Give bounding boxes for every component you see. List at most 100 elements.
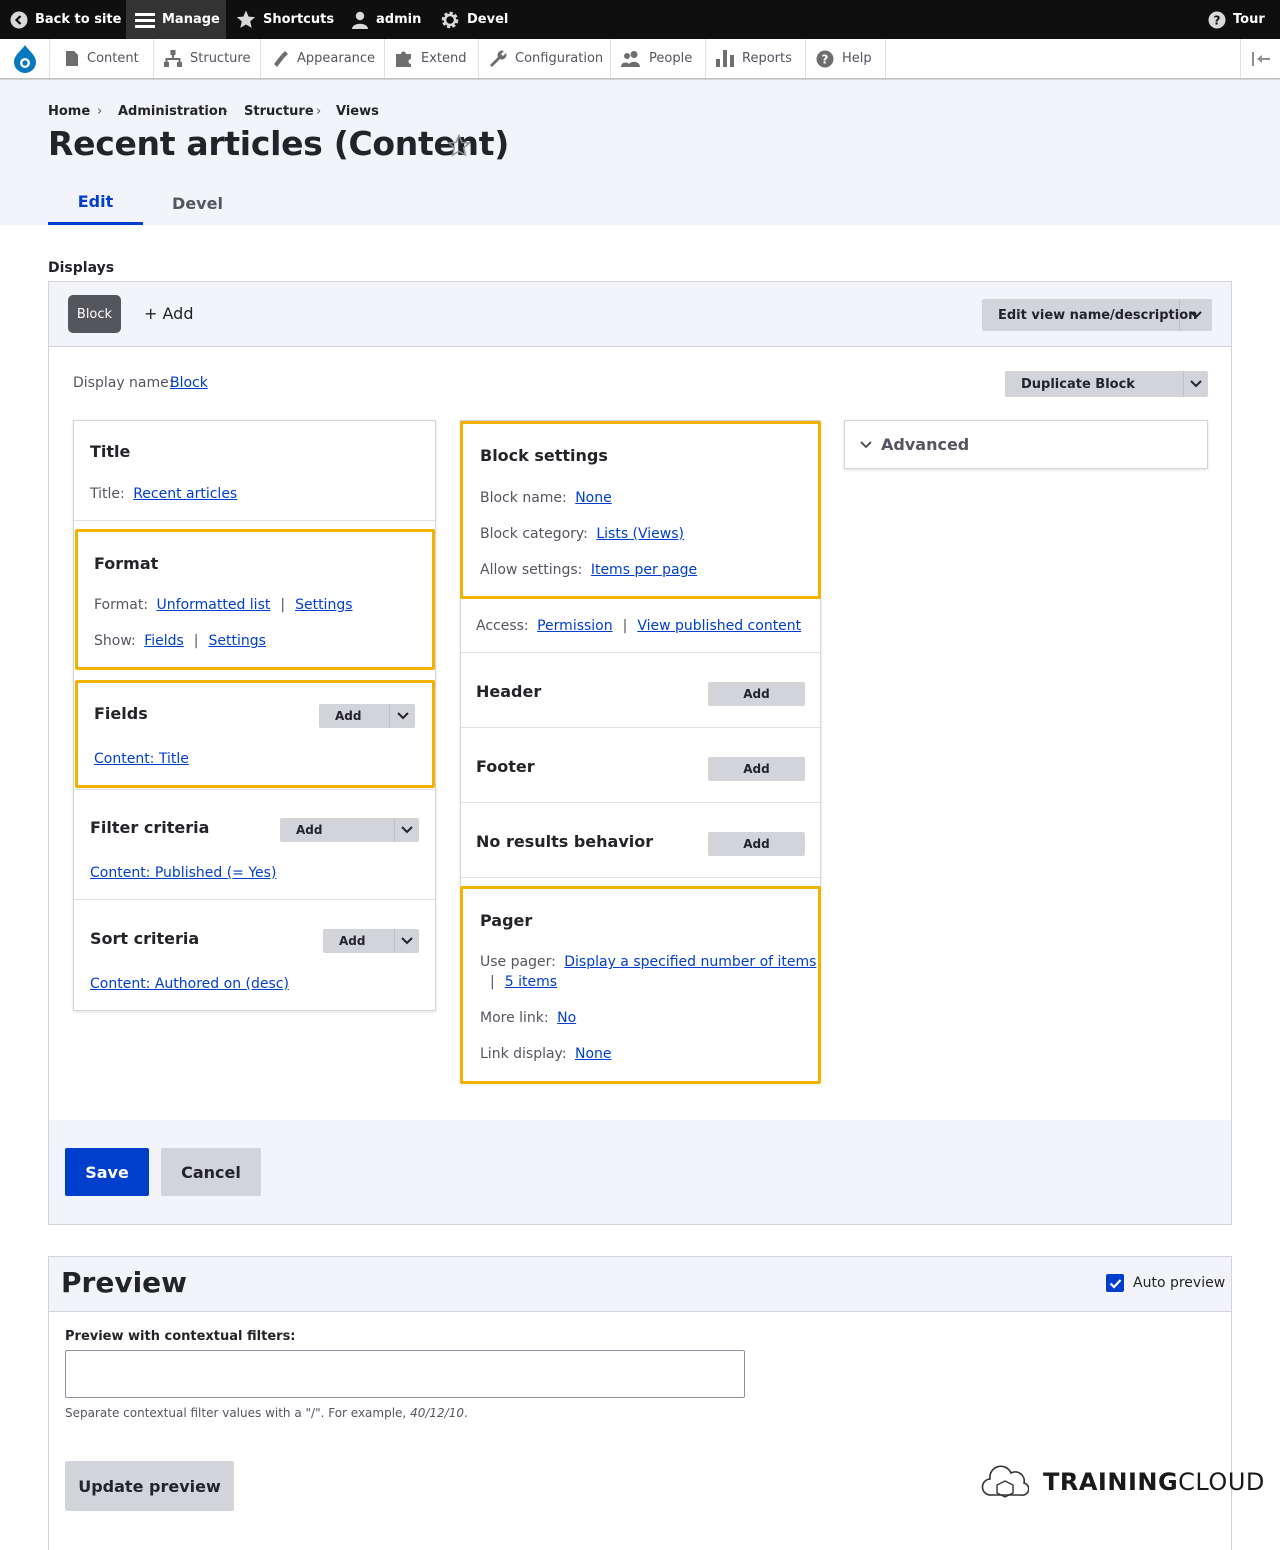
link-display-label: Link display: xyxy=(480,1046,567,1062)
block-name-link[interactable]: None xyxy=(575,490,612,506)
back-to-site-label: Back to site xyxy=(35,12,122,27)
help-example: 40/12/10 xyxy=(410,1406,464,1420)
advanced-label: Advanced xyxy=(881,435,970,454)
no-results-add-button[interactable]: Add xyxy=(708,832,805,856)
access-permission-link[interactable]: Permission xyxy=(537,618,613,634)
collapse-tray-button[interactable] xyxy=(1240,39,1280,78)
tray-item-structure[interactable]: Structure xyxy=(154,39,261,78)
field-content-title-link[interactable]: Content: Title xyxy=(94,751,189,767)
access-view-published-link[interactable]: View published content xyxy=(637,618,801,634)
manage-tab[interactable]: Manage xyxy=(126,0,226,39)
chevron-down-icon[interactable] xyxy=(1189,378,1203,390)
breadcrumb-administration[interactable]: Administration xyxy=(118,104,227,119)
watermark-bold: TRAINING xyxy=(1043,1468,1179,1496)
filter-add-button[interactable]: Add xyxy=(296,823,322,837)
shortcuts-label: Shortcuts xyxy=(263,12,335,27)
update-preview-button[interactable]: Update preview xyxy=(65,1461,234,1511)
chevron-down-icon[interactable] xyxy=(1189,309,1203,321)
svg-text:?: ? xyxy=(822,52,829,66)
show-settings-link[interactable]: Settings xyxy=(209,633,266,649)
add-display-button[interactable]: + Add xyxy=(144,304,193,323)
allow-settings-link[interactable]: Items per page xyxy=(591,562,697,578)
divider xyxy=(74,899,435,900)
favorite-star-icon[interactable] xyxy=(447,134,471,157)
separator: | xyxy=(622,618,628,634)
user-tab[interactable]: admin xyxy=(351,0,421,39)
preview-header: Preview Auto preview xyxy=(49,1257,1231,1312)
footer-add-button[interactable]: Add xyxy=(708,757,805,781)
tour-button[interactable]: ? Tour xyxy=(1208,0,1265,39)
chevron-down-icon[interactable] xyxy=(396,710,410,722)
separator: | xyxy=(490,974,495,990)
sort-add-button[interactable]: Add xyxy=(339,934,365,948)
link-display-row: Link display: None xyxy=(480,1046,612,1062)
auto-preview-checkbox[interactable] xyxy=(1106,1274,1124,1292)
sort-authored-link[interactable]: Content: Authored on (desc) xyxy=(90,976,289,992)
fields-add-button[interactable]: Add xyxy=(335,709,361,723)
block-name-row: Block name: None xyxy=(480,490,612,506)
format-value-link[interactable]: Unformatted list xyxy=(157,597,271,613)
tray-item-people[interactable]: People xyxy=(611,39,706,78)
link-display-value[interactable]: None xyxy=(575,1046,612,1062)
title-heading: Title xyxy=(90,442,131,461)
checkmark-icon xyxy=(1109,1278,1121,1289)
tab-devel[interactable]: Devel xyxy=(150,181,245,225)
title-value-link[interactable]: Recent articles xyxy=(133,486,237,502)
breadcrumb-views[interactable]: Views xyxy=(336,104,379,119)
fields-add-dropbutton: Add xyxy=(319,704,415,728)
items-count-link[interactable]: 5 items xyxy=(505,974,557,990)
format-heading: Format xyxy=(94,554,159,573)
edit-view-name-button[interactable]: Edit view name/description xyxy=(998,308,1197,323)
display-name-link[interactable]: Block xyxy=(170,375,208,391)
chevron-down-icon[interactable] xyxy=(400,935,414,947)
save-button[interactable]: Save xyxy=(65,1148,149,1196)
tab-edit[interactable]: Edit xyxy=(48,181,143,225)
tray-item-content[interactable]: Content xyxy=(55,39,154,78)
dropbutton-divider xyxy=(389,704,390,728)
puzzle-icon xyxy=(396,51,411,67)
tray-item-reports[interactable]: Reports xyxy=(706,39,806,78)
back-to-site-link[interactable]: Back to site xyxy=(10,0,121,39)
show-value-link[interactable]: Fields xyxy=(144,633,184,649)
svg-text:?: ? xyxy=(1214,13,1221,27)
cancel-button[interactable]: Cancel xyxy=(161,1148,261,1196)
column-first: Title Title: Recent articles Format Form… xyxy=(73,420,436,1011)
separator: | xyxy=(280,597,286,613)
breadcrumb-separator: › xyxy=(316,104,322,119)
format-settings-link[interactable]: Settings xyxy=(295,597,352,613)
tray-item-label: Appearance xyxy=(297,51,376,66)
tray-item-help[interactable]: ? Help xyxy=(806,39,886,78)
breadcrumb-home[interactable]: Home xyxy=(48,104,90,119)
use-pager-link[interactable]: Display a specified number of items xyxy=(564,954,816,970)
advanced-details[interactable]: Advanced xyxy=(844,420,1208,469)
more-link-value[interactable]: No xyxy=(557,1010,576,1026)
devel-tab[interactable]: Devel xyxy=(440,0,508,39)
dropbutton-divider xyxy=(394,818,395,842)
show-label: Show: xyxy=(94,633,136,649)
back-arrow-icon xyxy=(10,11,28,28)
tray-item-configuration[interactable]: Configuration xyxy=(479,39,611,78)
tray-item-extend[interactable]: Extend xyxy=(385,39,479,78)
divider xyxy=(461,802,820,803)
allow-settings-label: Allow settings: xyxy=(480,562,583,578)
chevron-down-icon[interactable] xyxy=(400,824,414,836)
header-add-button[interactable]: Add xyxy=(708,682,805,706)
display-tab-block[interactable]: Block xyxy=(68,295,121,333)
duplicate-block-button[interactable]: Duplicate Block xyxy=(1021,377,1135,392)
contextual-filters-input[interactable] xyxy=(65,1350,745,1398)
drupal-logo[interactable] xyxy=(0,39,50,78)
cloud-logo-icon xyxy=(981,1465,1029,1498)
filter-published-link[interactable]: Content: Published (= Yes) xyxy=(90,865,276,881)
block-name-label: Block name: xyxy=(480,490,567,506)
tray-item-label: Extend xyxy=(421,51,467,66)
allow-settings-row: Allow settings: Items per page xyxy=(480,562,697,578)
breadcrumb-structure[interactable]: Structure xyxy=(244,104,314,119)
tray-item-appearance[interactable]: Appearance xyxy=(261,39,385,78)
block-category-link[interactable]: Lists (Views) xyxy=(596,526,684,542)
block-settings-heading: Block settings xyxy=(480,446,608,465)
block-category-row: Block category: Lists (Views) xyxy=(480,526,684,542)
displays-panel: Block + Add Edit view name/description D… xyxy=(48,281,1232,1225)
tray-item-label: Structure xyxy=(190,51,251,66)
auto-preview-label: Auto preview xyxy=(1133,1275,1226,1291)
shortcuts-tab[interactable]: Shortcuts xyxy=(236,0,334,39)
